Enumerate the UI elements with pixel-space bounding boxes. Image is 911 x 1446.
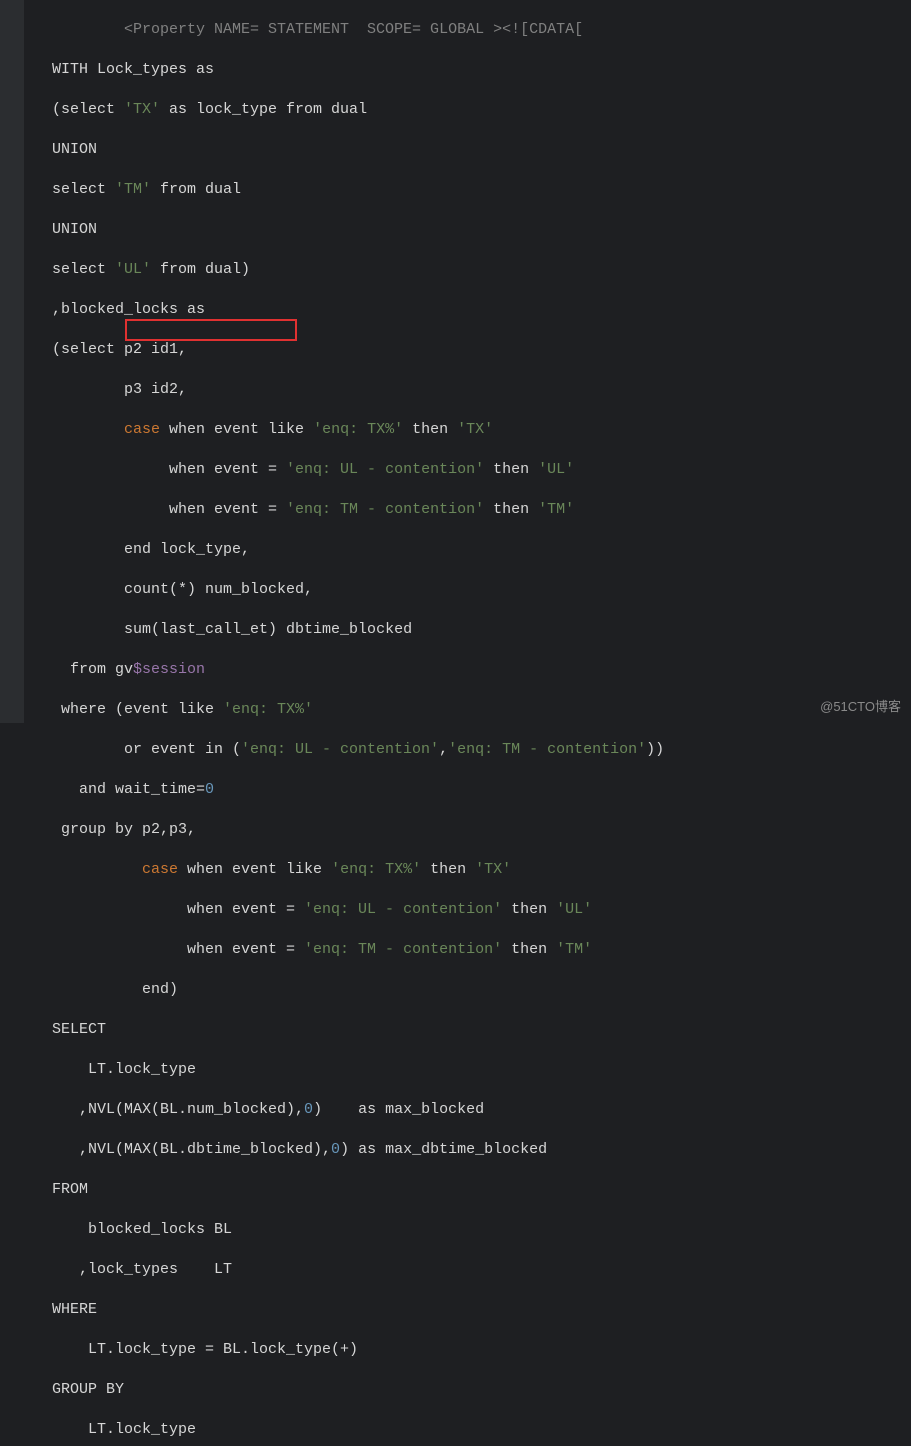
- code-line: LT.lock_type: [52, 1060, 911, 1080]
- code-line: count(*) num_blocked,: [52, 580, 911, 600]
- code-line: end): [52, 980, 911, 1000]
- code-line: when event = 'enq: TM - contention' then…: [52, 500, 911, 520]
- code-line: (select 'TX' as lock_type from dual: [52, 100, 911, 120]
- code-line: group by p2,p3,: [52, 820, 911, 840]
- code-line: and wait_time=0: [52, 780, 911, 800]
- code-line: sum(last_call_et) dbtime_blocked: [52, 620, 911, 640]
- code-line: ,NVL(MAX(BL.num_blocked),0) as max_block…: [52, 1100, 911, 1120]
- code-line: UNION: [52, 220, 911, 240]
- code-line: blocked_locks BL: [52, 1220, 911, 1240]
- code-line: p3 id2,: [52, 380, 911, 400]
- code-line: LT.lock_type = BL.lock_type(+): [52, 1340, 911, 1360]
- watermark-text: @51CTO博客: [820, 697, 901, 717]
- code-line: from gv$session: [52, 660, 911, 680]
- code-line: or event in ('enq: UL - contention','enq…: [52, 740, 911, 760]
- code-editor[interactable]: <Property NAME= STATEMENT SCOPE= GLOBAL …: [24, 0, 911, 723]
- code-line: GROUP BY: [52, 1380, 911, 1400]
- code-line: LT.lock_type: [52, 1420, 911, 1440]
- code-line: when event = 'enq: UL - contention' then…: [52, 900, 911, 920]
- editor-gutter: [0, 0, 24, 723]
- code-line: <Property NAME= STATEMENT SCOPE= GLOBAL …: [52, 20, 911, 40]
- code-line: select 'TM' from dual: [52, 180, 911, 200]
- code-line: WITH Lock_types as: [52, 60, 911, 80]
- code-line: SELECT: [52, 1020, 911, 1040]
- code-line: case when event like 'enq: TX%' then 'TX…: [52, 420, 911, 440]
- code-line: when event = 'enq: UL - contention' then…: [52, 460, 911, 480]
- code-line: case when event like 'enq: TX%' then 'TX…: [52, 860, 911, 880]
- code-line: end lock_type,: [52, 540, 911, 560]
- code-line: ,lock_types LT: [52, 1260, 911, 1280]
- code-line: when event = 'enq: TM - contention' then…: [52, 940, 911, 960]
- code-line: ,NVL(MAX(BL.dbtime_blocked),0) as max_db…: [52, 1140, 911, 1160]
- code-line: select 'UL' from dual): [52, 260, 911, 280]
- code-line: where (event like 'enq: TX%': [52, 700, 911, 720]
- code-line: (select p2 id1,: [52, 340, 911, 360]
- code-line: WHERE: [52, 1300, 911, 1320]
- code-line: ,blocked_locks as: [52, 300, 911, 320]
- code-line: UNION: [52, 140, 911, 160]
- code-line: FROM: [52, 1180, 911, 1200]
